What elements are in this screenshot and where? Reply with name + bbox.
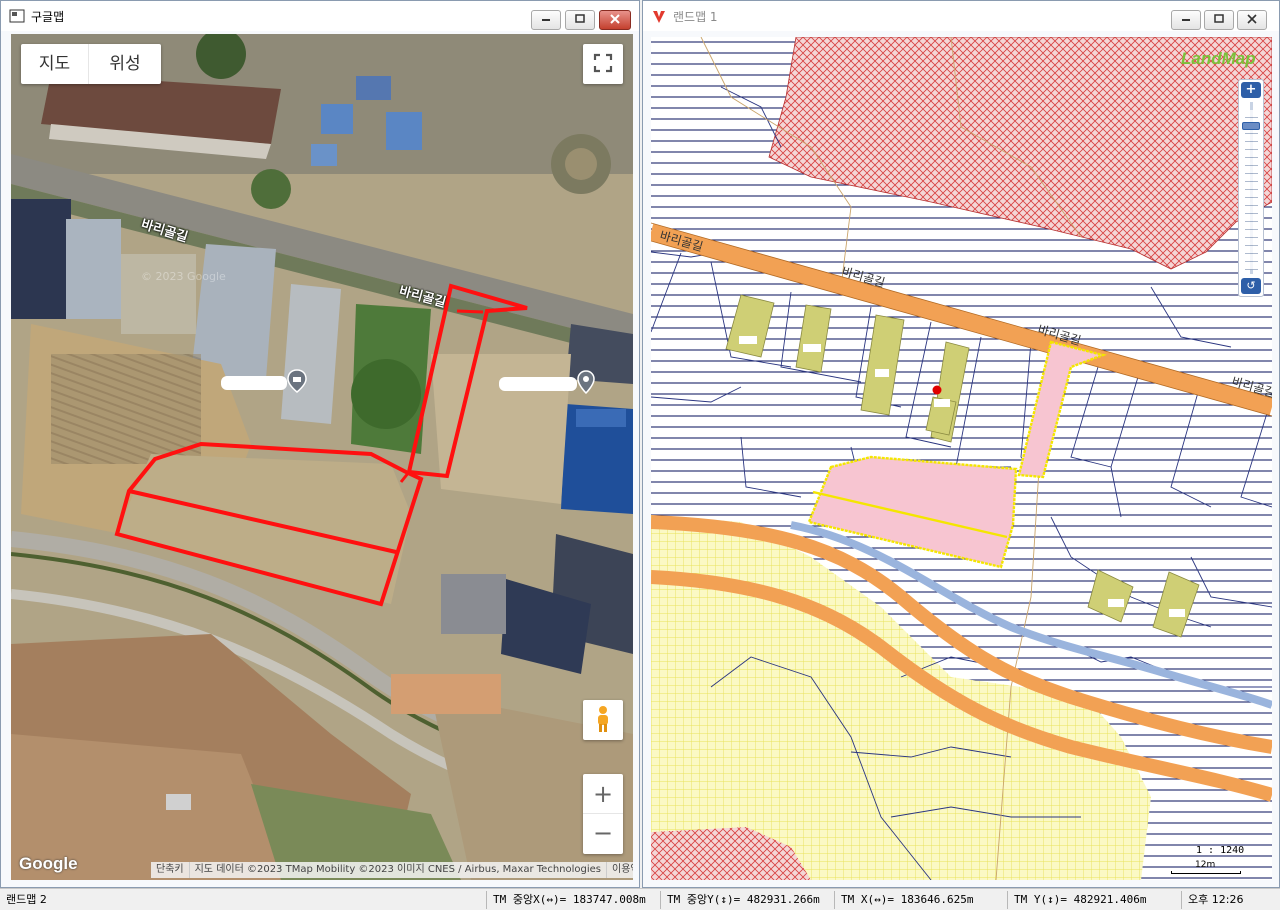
landmap-window: 랜드맵 1 바리골길 바리골길 바리골길 바리골길 LandMap + ↺ 1 …	[642, 0, 1280, 888]
status-center-y: TM 중앙Y(↕)= 482931.266m	[660, 891, 832, 909]
parcel-number-redacted	[1169, 609, 1185, 617]
satellite-map[interactable]: 바리골길 바리골길 © 2023 Google 지도 위성 + − Google…	[11, 34, 633, 880]
status-center-x: TM 중앙X(↔)= 183747.008m	[486, 891, 658, 909]
google-map-window: 구글맵 바리골길 바리골길 © 2023 Google 지도 위성 + − Go…	[0, 0, 640, 888]
status-bar: 랜드맵 2 TM 중앙X(↔)= 183747.008m TM 중앙Y(↕)= …	[0, 888, 1280, 910]
zoom-reset-icon: ↺	[1246, 279, 1256, 292]
minimize-icon	[1180, 15, 1192, 26]
terms-link[interactable]: 이용약관	[606, 862, 633, 878]
scale-bar-label: 12m	[1195, 860, 1216, 870]
maximize-button[interactable]	[1204, 10, 1234, 30]
place-pin[interactable]	[221, 369, 307, 396]
maximize-button[interactable]	[565, 10, 595, 30]
maximize-icon	[574, 14, 586, 26]
keyboard-shortcuts-link[interactable]: 단축키	[151, 862, 189, 878]
close-button[interactable]	[1237, 10, 1267, 30]
zoom-slider: + ↺	[1238, 79, 1264, 297]
pegman-icon	[595, 705, 611, 736]
street-view-pegman-button[interactable]	[583, 700, 623, 740]
fullscreen-button[interactable]	[583, 44, 623, 84]
zoom-out-button[interactable]: −	[583, 814, 623, 854]
map-type-satellite-button[interactable]: 위성	[89, 44, 161, 84]
parcel-number-redacted	[875, 369, 889, 377]
cadastral-drawing: 바리골길 바리골길 바리골길 바리골길	[651, 37, 1272, 880]
minimize-icon	[540, 15, 552, 26]
map-data-attribution: 지도 데이터 ©2023 TMap Mobility ©2023 이미지 CNE…	[188, 862, 606, 878]
fullscreen-icon	[593, 53, 613, 76]
zoom-in-button[interactable]: +	[583, 774, 623, 814]
place-label-redacted	[221, 375, 287, 390]
zoom-control: + −	[583, 774, 623, 854]
place-label-redacted	[499, 376, 577, 391]
map-watermark: © 2023 Google	[141, 270, 226, 283]
parcel-number-redacted	[739, 336, 757, 344]
status-app-name: 랜드맵 2	[6, 893, 47, 906]
parcel-number-redacted	[803, 344, 821, 352]
cadastral-map[interactable]: 바리골길 바리골길 바리골길 바리골길 LandMap + ↺ 1 : 1240	[651, 37, 1272, 880]
zoom-in-icon: +	[1245, 82, 1257, 97]
map-type-toggle: 지도 위성	[21, 44, 161, 84]
minimize-button[interactable]	[531, 10, 561, 30]
place-pin[interactable]	[499, 370, 595, 397]
landmap-app-icon	[651, 8, 667, 24]
parcel-outline-overlay	[114, 283, 528, 607]
zoom-reset-button[interactable]: ↺	[1241, 278, 1261, 294]
parcel-number-redacted	[1108, 599, 1124, 607]
window-title: 랜드맵 1	[673, 9, 718, 24]
attribution-bar: 단축키 지도 데이터 ©2023 TMap Mobility ©2023 이미지…	[151, 862, 633, 878]
landmap-logo: LandMap	[1181, 49, 1256, 68]
google-map-app-icon	[9, 8, 25, 24]
window-title: 구글맵	[31, 9, 65, 24]
zoom-in-icon: +	[592, 780, 614, 808]
google-logo: Google	[19, 854, 78, 873]
map-type-map-button[interactable]: 지도	[21, 44, 89, 84]
zoom-out-icon: −	[592, 819, 614, 847]
place-pin-icon	[287, 369, 307, 396]
scale-ratio: 1 : 1240	[1196, 845, 1245, 856]
status-tm-y: TM Y(↕)= 482921.406m	[1007, 891, 1177, 909]
status-time: 오후 12:26	[1181, 891, 1280, 909]
zoom-thumb[interactable]	[1242, 122, 1260, 130]
status-tm-x: TM X(↔)= 183646.625m	[834, 891, 1004, 909]
close-icon	[1246, 14, 1258, 26]
close-icon	[609, 14, 621, 26]
place-pin-icon	[577, 370, 595, 397]
zoom-in-button[interactable]: +	[1241, 82, 1261, 98]
minimize-button[interactable]	[1171, 10, 1201, 30]
parcel-number-redacted	[934, 399, 950, 407]
close-button[interactable]	[599, 10, 631, 30]
zoom-ticks	[1245, 110, 1258, 270]
maximize-icon	[1213, 14, 1225, 26]
scale-bar: 12m	[1171, 860, 1243, 875]
